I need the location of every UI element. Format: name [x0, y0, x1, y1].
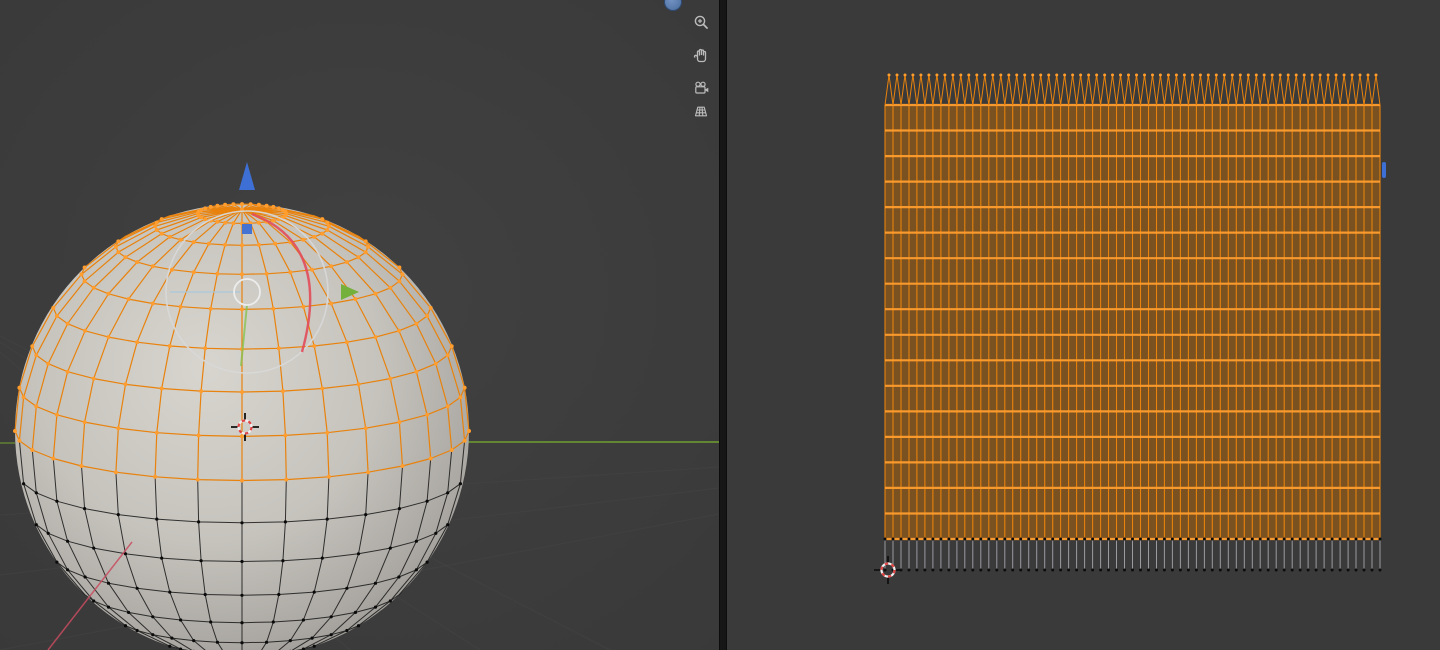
pan-hand-icon-glyph	[693, 48, 707, 63]
pan-hand-icon[interactable]	[690, 44, 712, 66]
viewport-uv-editor[interactable]	[727, 0, 1440, 650]
uv-editor-canvas[interactable]	[727, 0, 1440, 650]
grid-perspective-icon[interactable]	[690, 100, 712, 122]
uv-mesh[interactable]	[883, 73, 1382, 572]
camera-view-icon-glyph	[695, 81, 709, 94]
scrollbar-indicator[interactable]	[1382, 162, 1386, 178]
viewport-3d[interactable]	[0, 0, 719, 650]
blender-window	[0, 0, 1440, 650]
grid-perspective-icon-glyph	[694, 106, 708, 117]
zoom-icon-glyph	[694, 15, 708, 29]
camera-view-icon[interactable]	[690, 77, 712, 99]
gizmo-z-handle-square[interactable]	[242, 224, 252, 234]
editor-divider[interactable]	[719, 0, 727, 650]
viewport-3d-canvas[interactable]	[0, 0, 719, 650]
zoom-icon[interactable]	[690, 11, 712, 33]
viewport-controls	[690, 11, 712, 122]
